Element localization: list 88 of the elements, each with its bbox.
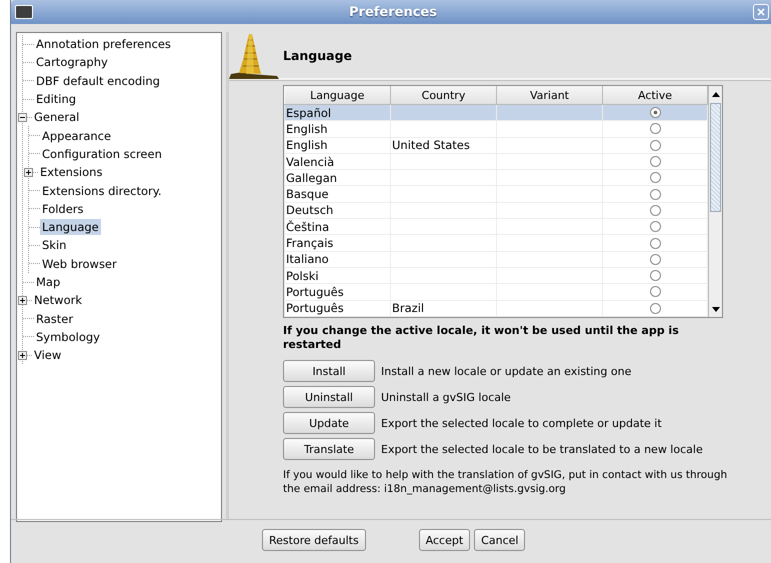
table-row[interactable]: Gallegan — [284, 170, 390, 186]
expand-icon[interactable] — [18, 350, 27, 360]
radio-button[interactable] — [650, 107, 660, 118]
tree-item[interactable]: Map — [34, 274, 62, 290]
tree-item[interactable]: Folders — [40, 200, 86, 217]
radio-button[interactable] — [650, 123, 660, 134]
action-button[interactable]: Update — [283, 412, 375, 434]
radio-button[interactable] — [650, 238, 660, 249]
close-icon[interactable] — [753, 4, 769, 20]
radio-button[interactable] — [650, 156, 660, 168]
table-cell: Gallegan — [286, 170, 338, 185]
expand-icon[interactable] — [24, 168, 33, 177]
table-row[interactable]: Čeština — [284, 218, 390, 235]
radio-button[interactable] — [650, 302, 660, 314]
table-row[interactable]: Português — [284, 284, 390, 300]
tree-item[interactable]: Web browser — [40, 256, 119, 272]
column-header[interactable]: Language — [284, 86, 390, 104]
table-cell: Valencià — [286, 154, 334, 169]
table-cell: English — [286, 122, 328, 136]
radio-button[interactable] — [650, 254, 660, 265]
help-text: If you would like to help with the translation of gvSIG, put in contact with us through the email address: i18n_management@lists.gvsig.org — [283, 468, 728, 496]
table-row[interactable]: Português — [284, 300, 390, 316]
tree-item[interactable]: Annotation preferences — [34, 36, 173, 52]
window-title: Preferences — [348, 4, 438, 20]
scroll-down-icon[interactable] — [712, 306, 720, 312]
tree-item[interactable]: Raster — [34, 310, 76, 327]
expand-icon[interactable] — [18, 296, 27, 305]
tree-item[interactable]: Extensions — [38, 164, 104, 180]
scroll-up-icon[interactable] — [712, 92, 720, 96]
table-cell: Basque — [286, 187, 329, 202]
warning-text: If you change the active locale, it won't be used until the app is restarted — [283, 324, 680, 352]
radio-button[interactable] — [650, 188, 660, 200]
table-row[interactable]: Italiano — [284, 251, 390, 268]
tree-item[interactable]: General — [32, 109, 82, 126]
tree-item[interactable]: Cartography — [34, 54, 110, 70]
table-cell: Português — [286, 284, 344, 299]
action-button[interactable]: Install — [283, 360, 375, 382]
action-description: Export the selected locale to complete or update it — [381, 416, 662, 430]
table-cell: Português — [286, 301, 344, 316]
page-title: Language — [283, 48, 352, 62]
tree-item[interactable]: Editing — [34, 91, 78, 108]
tree-item[interactable]: Language — [40, 219, 101, 236]
table-cell: Polski — [286, 268, 319, 283]
table-row[interactable]: English — [284, 120, 390, 138]
tree-item[interactable]: Extensions directory. — [40, 182, 164, 199]
table-cell: English — [286, 138, 328, 152]
column-header[interactable]: Country — [390, 86, 496, 104]
tree-item[interactable]: View — [32, 347, 64, 364]
radio-button[interactable] — [650, 270, 660, 282]
tree-item[interactable]: Skin — [40, 237, 68, 254]
table-row[interactable]: Polski — [284, 267, 390, 284]
radio-button[interactable] — [650, 221, 660, 232]
table-row[interactable]: English — [284, 137, 390, 154]
tree-item[interactable]: Appearance — [40, 128, 114, 144]
table-row[interactable]: Español — [284, 104, 390, 121]
dialog-button[interactable]: Accept — [418, 529, 470, 551]
table-cell: Deutsch — [286, 203, 334, 218]
window-menu-icon[interactable] — [15, 5, 33, 19]
action-button[interactable]: Translate — [283, 438, 375, 460]
radio-button[interactable] — [650, 204, 660, 216]
table-cell: Čeština — [286, 220, 330, 234]
column-header[interactable]: Variant — [496, 86, 602, 104]
table-row[interactable]: Français — [284, 234, 390, 252]
table-cell: Français — [286, 236, 334, 250]
table-cell: United States — [392, 138, 470, 152]
radio-button[interactable] — [650, 286, 660, 298]
table-row[interactable]: Deutsch — [284, 202, 390, 219]
tree-item[interactable]: DBF default encoding — [34, 72, 162, 89]
restore-defaults-button[interactable]: Restore defaults — [262, 529, 366, 551]
table-cell: Español — [286, 106, 332, 120]
table-row[interactable]: Basque — [284, 186, 390, 202]
tower-icon — [229, 32, 279, 78]
action-description: Install a new locale or update an existing one — [381, 364, 632, 378]
radio-button[interactable] — [650, 172, 660, 184]
table-cell: Brazil — [392, 301, 424, 316]
action-description: Export the selected locale to be translated to a new locale — [381, 442, 703, 456]
table-cell: Italiano — [286, 252, 329, 266]
action-description: Uninstall a gvSIG locale — [381, 390, 511, 404]
table-row[interactable]: Valencià — [284, 153, 390, 170]
dialog-button[interactable]: Cancel — [474, 529, 526, 551]
tree-item[interactable]: Configuration screen — [40, 146, 164, 162]
tree-item[interactable]: Network — [32, 292, 84, 308]
scrollbar-thumb[interactable] — [710, 103, 721, 212]
tree-item[interactable]: Symbology — [34, 328, 102, 345]
action-button[interactable]: Uninstall — [283, 386, 375, 408]
column-header[interactable]: Active — [602, 86, 708, 104]
radio-button[interactable] — [650, 140, 660, 151]
collapse-icon[interactable] — [18, 112, 27, 122]
